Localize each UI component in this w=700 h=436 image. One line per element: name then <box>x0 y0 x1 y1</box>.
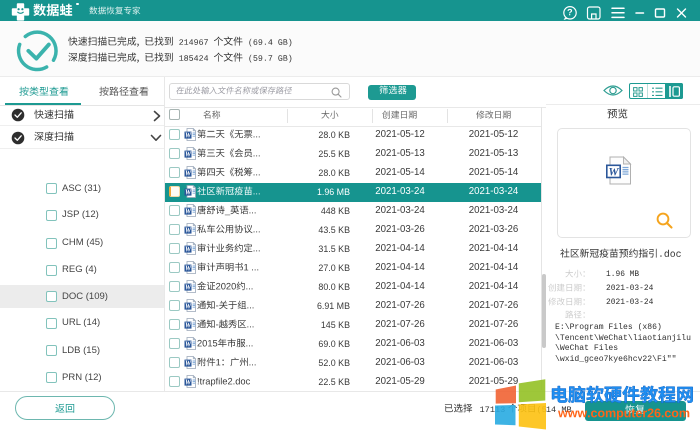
svg-text:W: W <box>185 304 192 311</box>
svg-text:W: W <box>185 228 192 235</box>
svg-text:W: W <box>185 171 192 178</box>
svg-text:W: W <box>185 152 192 159</box>
svg-text:W: W <box>185 285 192 292</box>
svg-text:W: W <box>185 323 192 330</box>
svg-text:W: W <box>185 342 192 349</box>
svg-text:W: W <box>185 190 192 197</box>
svg-text:W: W <box>185 380 192 387</box>
svg-text:W: W <box>185 266 192 273</box>
svg-text:W: W <box>185 133 192 140</box>
svg-text:W: W <box>185 247 192 254</box>
svg-text:W: W <box>185 361 192 368</box>
svg-text:W: W <box>185 209 192 216</box>
svg-text:W: W <box>608 167 619 179</box>
